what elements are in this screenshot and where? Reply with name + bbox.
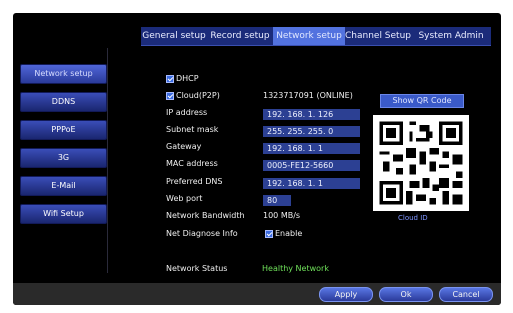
vertical-divider (107, 48, 108, 273)
preferred-dns-field[interactable]: 192. 168. 1. 1 (263, 178, 360, 189)
tab-channel-setup[interactable]: Channel Setup (345, 27, 411, 45)
nvr-screen: General setup Record setup Network setup… (13, 13, 501, 305)
tab-record-setup[interactable]: Record setup (207, 27, 273, 45)
cancel-button[interactable]: Cancel (439, 287, 493, 302)
web-port-field[interactable]: 80 (263, 195, 291, 206)
subnet-mask-field[interactable]: 255. 255. 255. 0 (263, 126, 360, 137)
enable-label: Enable (275, 229, 303, 238)
cloud-id-caption: Cloud ID (398, 214, 428, 222)
sidebar-item-pppoe[interactable]: PPPoE (20, 120, 107, 140)
network-bandwidth-label: Network Bandwidth (166, 211, 245, 220)
net-diagnose-label: Net Diagnose Info (166, 229, 238, 238)
web-port-label: Web port (166, 194, 203, 203)
top-tab-bar: General setup Record setup Network setup… (141, 27, 491, 46)
tab-network-setup[interactable]: Network setup (273, 27, 345, 45)
show-qr-code-button[interactable]: Show QR Code (380, 94, 464, 108)
cloud-checkbox[interactable] (166, 92, 174, 100)
apply-button[interactable]: Apply (319, 287, 373, 302)
sidebar-item-network-setup[interactable]: Network setup (20, 64, 107, 84)
mac-address-label: MAC address (166, 159, 218, 168)
ip-address-field[interactable]: 192. 168. 1. 126 (263, 109, 360, 120)
sidebar-item-email[interactable]: E-Mail (20, 176, 107, 196)
dhcp-label: DHCP (176, 74, 199, 83)
network-status-value: Healthy Network (262, 264, 329, 273)
ok-button[interactable]: Ok (379, 287, 433, 302)
bottom-button-bar: Apply Ok Cancel (13, 283, 501, 305)
cloud-label: Cloud(P2P) (176, 91, 220, 100)
preferred-dns-label: Preferred DNS (166, 177, 223, 186)
cloud-id-value: 1323717091 (ONLINE) (263, 91, 353, 100)
enable-checkbox[interactable] (265, 230, 273, 238)
mac-address-field: 0005-FE12-5660 (263, 160, 360, 171)
sidebar: Network setup DDNS PPPoE 3G E-Mail Wifi … (20, 64, 107, 234)
ip-address-label: IP address (166, 108, 208, 117)
tab-general-setup[interactable]: General setup (141, 27, 207, 45)
network-status-label: Network Status (166, 264, 228, 273)
sidebar-item-ddns[interactable]: DDNS (20, 92, 107, 112)
subnet-mask-label: Subnet mask (166, 125, 219, 134)
gateway-field[interactable]: 192. 168. 1. 1 (263, 143, 360, 154)
sidebar-item-3g[interactable]: 3G (20, 148, 107, 168)
dhcp-checkbox[interactable] (166, 75, 174, 83)
tab-system-admin[interactable]: System Admin (411, 27, 491, 45)
sidebar-item-wifi-setup[interactable]: Wifi Setup (20, 204, 107, 224)
qr-code-image (373, 115, 469, 211)
qr-code-icon (373, 115, 469, 211)
gateway-label: Gateway (166, 142, 202, 151)
network-bandwidth-value: 100 MB/s (263, 211, 301, 220)
